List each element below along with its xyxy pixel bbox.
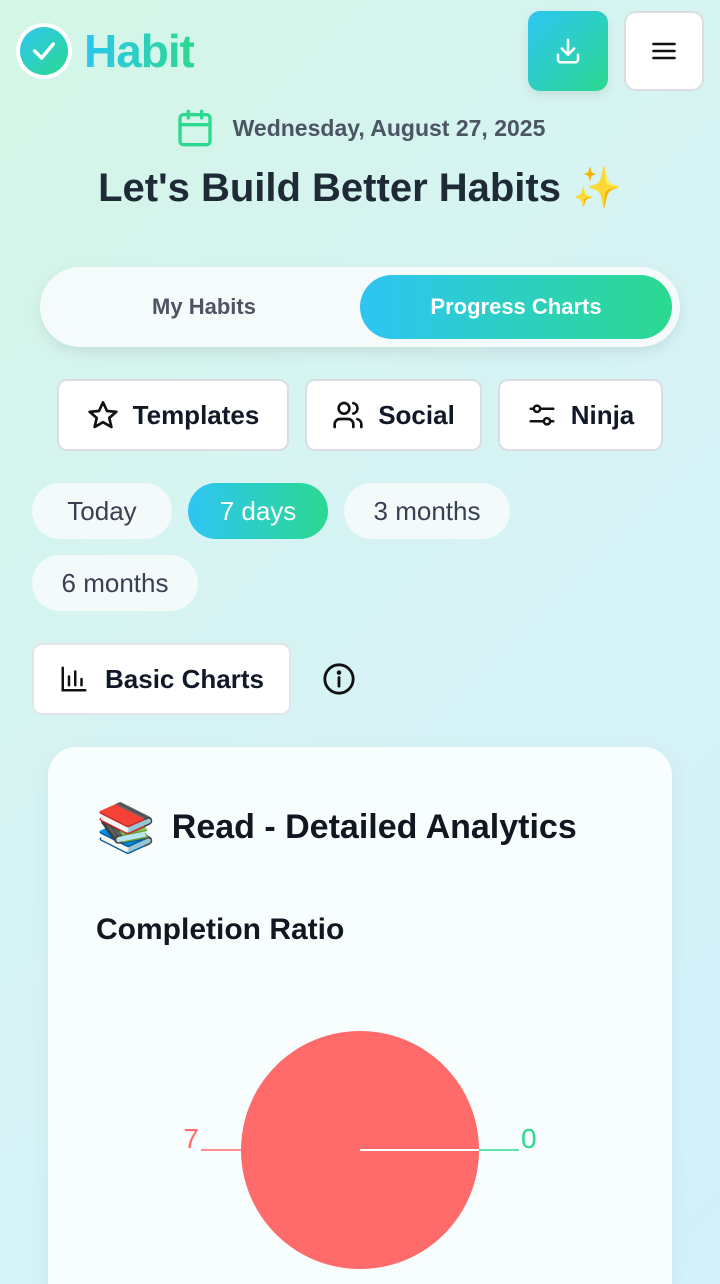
templates-button[interactable]: Templates [57, 379, 289, 451]
app-header: Habit [0, 0, 720, 100]
basic-charts-label: Basic Charts [105, 663, 264, 694]
pie-data-label: 7 [183, 1123, 199, 1154]
current-date: Wednesday, August 27, 2025 [232, 114, 546, 141]
calendar-icon [177, 109, 212, 147]
page-title: Let's Build Better Habits ✨ [98, 166, 622, 210]
card-title: 📚 Read - Detailed Analytics [96, 799, 577, 856]
basic-charts-button[interactable]: Basic Charts [32, 643, 291, 715]
date-row: Wednesday, August 27, 2025 [0, 106, 720, 150]
hamburger-icon [652, 42, 676, 60]
ninja-button[interactable]: Ninja [498, 379, 663, 451]
check-icon [32, 42, 56, 60]
brand-name: Habit [84, 25, 195, 77]
social-button[interactable]: Social [305, 379, 482, 451]
templates-label: Templates [132, 399, 260, 430]
pie-data-label: 0 [521, 1123, 537, 1154]
logo [16, 23, 72, 79]
range-3-months[interactable]: 3 months [344, 483, 510, 539]
download-button[interactable] [528, 11, 608, 91]
social-label: Social [378, 399, 455, 430]
completion-pie-chart: 70 [183, 1031, 537, 1269]
sliders-icon [529, 404, 555, 426]
books-icon: 📚 [96, 802, 156, 855]
range-6-months[interactable]: 6 months [32, 555, 198, 611]
range-7-days[interactable]: 7 days [188, 483, 328, 539]
tab-progress-charts[interactable]: Progress Charts [360, 275, 672, 339]
info-icon[interactable] [322, 662, 356, 696]
download-icon [556, 38, 580, 64]
analytics-card: 📚 Read - Detailed Analytics Completion R… [48, 747, 672, 1284]
ninja-label: Ninja [570, 399, 635, 430]
bar-chart-icon [61, 666, 87, 692]
completion-ratio-title: Completion Ratio [96, 913, 345, 946]
card-title-text: Read - Detailed Analytics [171, 808, 577, 846]
view-tabs: My Habits Progress Charts [40, 267, 680, 347]
tab-my-habits[interactable]: My Habits [48, 275, 360, 339]
menu-button[interactable] [624, 11, 704, 91]
range-today[interactable]: Today [32, 483, 172, 539]
star-icon [87, 401, 118, 429]
users-icon [333, 401, 363, 429]
